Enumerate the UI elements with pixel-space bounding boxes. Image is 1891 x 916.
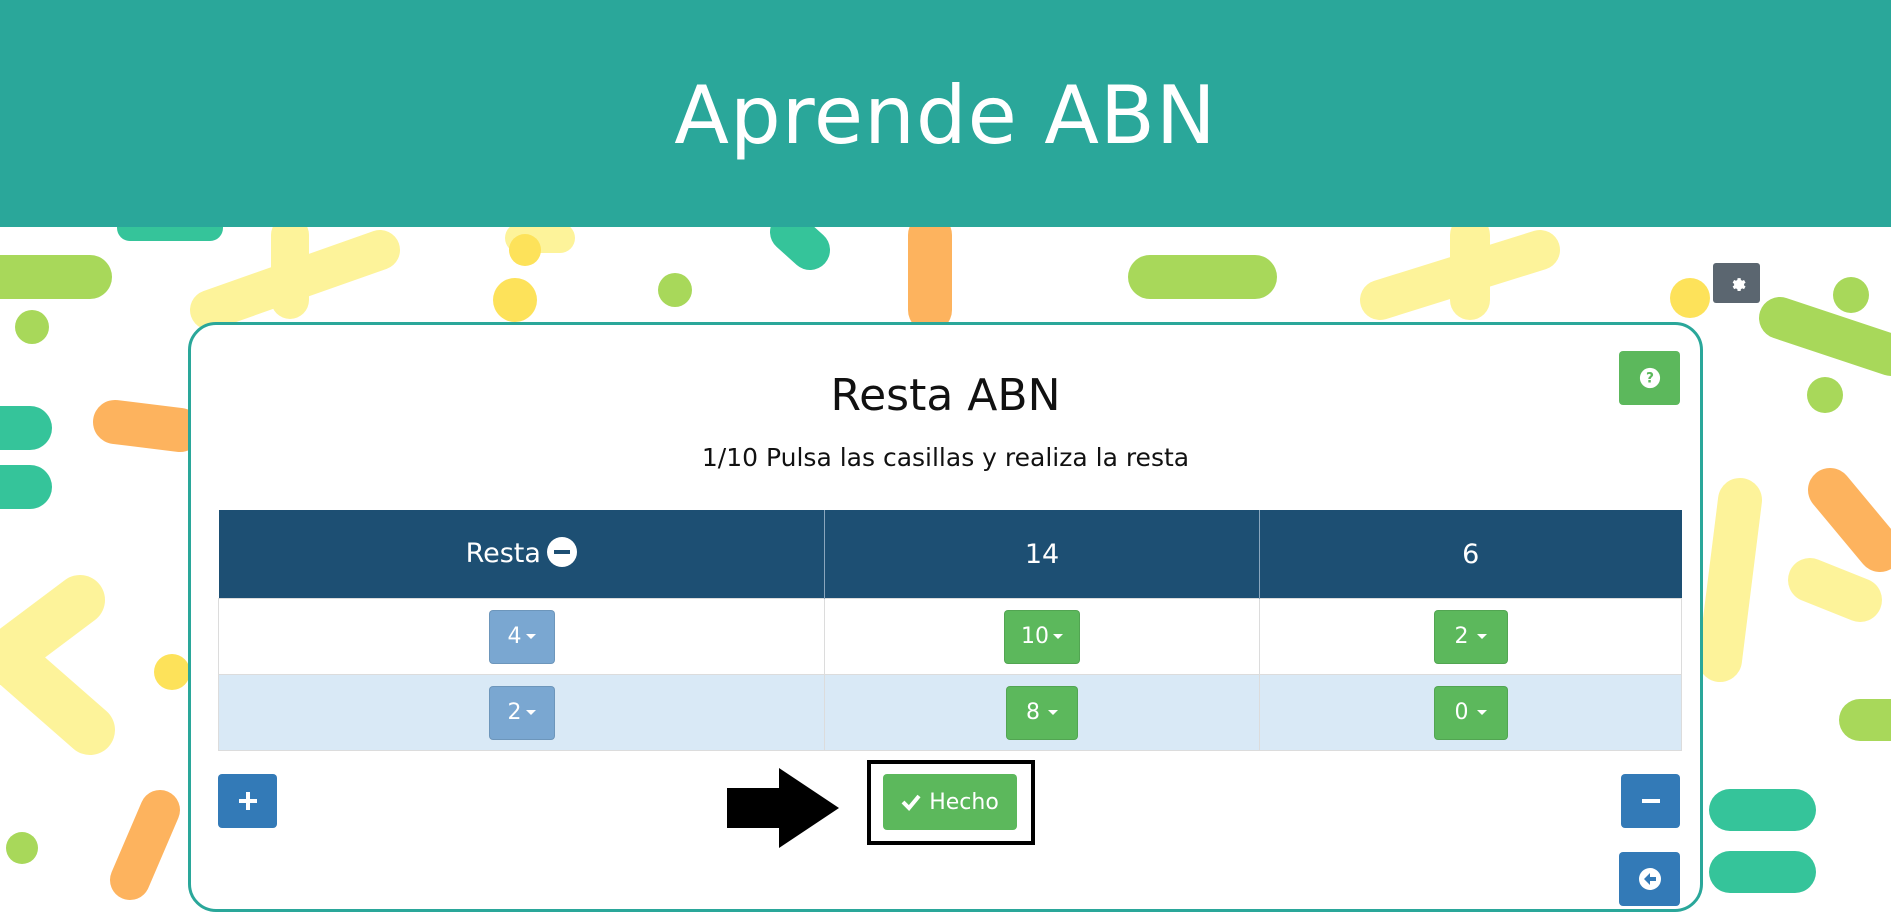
table-cell: 8 <box>824 674 1260 751</box>
caret-down-icon <box>1053 634 1063 639</box>
exercise-card: ? Resta ABN 1/10 Pulsa las casillas y re… <box>188 322 1703 912</box>
plus-icon <box>238 792 257 810</box>
table-cell: 10 <box>824 598 1260 675</box>
table-header-row: Resta 14 6 <box>218 510 1682 599</box>
dropdown-value: 10 <box>1021 624 1049 649</box>
minuend-dropdown[interactable]: 8 <box>1006 685 1078 740</box>
minus-icon <box>1641 799 1660 803</box>
subtraction-table: Resta 14 6 4 10 2 2 8 0 <box>218 510 1682 751</box>
amount-dropdown[interactable]: 4 <box>488 609 555 664</box>
operation-label: Resta <box>465 538 541 570</box>
minus-circle-icon <box>546 536 577 567</box>
dropdown-value: 2 <box>507 700 522 725</box>
caret-down-icon <box>1476 710 1487 715</box>
table-cell: 2 <box>218 674 825 751</box>
caret-down-icon <box>525 634 536 639</box>
arrow-right-icon <box>727 768 839 848</box>
column-header-subtrahend: 6 <box>1259 510 1682 599</box>
table-cell: 0 <box>1259 674 1682 751</box>
back-button[interactable] <box>1619 852 1680 906</box>
dropdown-value: 4 <box>507 624 522 649</box>
app-header: Aprende ABN <box>0 0 1891 227</box>
minuend-dropdown[interactable]: 10 <box>1004 609 1080 664</box>
dropdown-value: 0 <box>1454 700 1469 725</box>
gear-icon <box>1732 278 1746 292</box>
column-header-minuend: 14 <box>824 510 1260 599</box>
settings-button[interactable] <box>1713 263 1760 303</box>
caret-down-icon <box>525 710 536 715</box>
done-button[interactable]: Hecho <box>883 774 1017 830</box>
amount-dropdown[interactable]: 2 <box>488 685 555 740</box>
subtrahend-dropdown[interactable]: 0 <box>1433 685 1508 740</box>
exercise-instruction: 1/10 Pulsa las casillas y realiza la res… <box>701 443 1190 472</box>
table-row: 2 8 0 <box>218 674 1682 751</box>
app-title: Aprende ABN <box>674 69 1217 162</box>
exercise-title: Resta ABN <box>830 370 1061 421</box>
remove-row-button[interactable] <box>1621 774 1680 828</box>
subtrahend-dropdown[interactable]: 2 <box>1433 609 1508 664</box>
add-row-button[interactable] <box>218 774 277 828</box>
arrow-circle-left-icon <box>1638 868 1661 890</box>
column-header-operation: Resta <box>218 510 825 599</box>
done-label: Hecho <box>929 789 999 815</box>
dropdown-value: 2 <box>1454 624 1469 649</box>
table-cell: 4 <box>218 598 825 675</box>
table-cell: 2 <box>1259 598 1682 675</box>
dropdown-value: 8 <box>1026 700 1040 725</box>
caret-down-icon <box>1476 634 1487 639</box>
caret-down-icon <box>1048 710 1058 715</box>
table-row: 4 10 2 <box>218 598 1682 675</box>
check-icon <box>901 794 921 811</box>
